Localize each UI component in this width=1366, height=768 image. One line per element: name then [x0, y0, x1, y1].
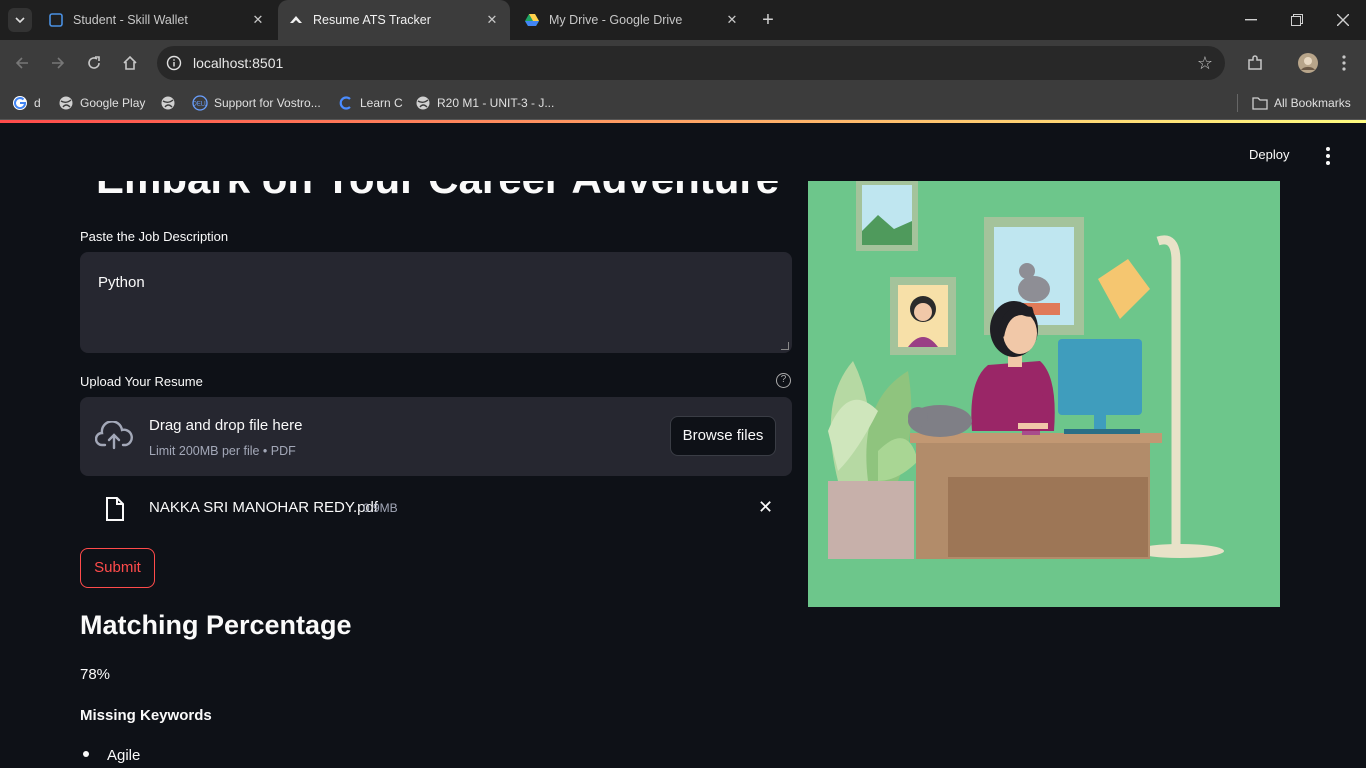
file-icon [106, 497, 124, 521]
career-illustration [808, 181, 1280, 607]
close-tab-icon[interactable]: ✕ [724, 12, 740, 28]
restore-button[interactable] [1274, 0, 1320, 40]
bookmark-google[interactable]: d [12, 94, 41, 112]
bookmark-label: d [34, 96, 41, 110]
svg-text:DELL: DELL [192, 102, 208, 108]
close-window-button[interactable] [1320, 0, 1366, 40]
folder-icon [1252, 95, 1268, 111]
google-drive-icon [524, 12, 540, 28]
minimize-button[interactable] [1228, 0, 1274, 40]
streamlit-app: Embark on Your Career Adventure Deploy P… [0, 123, 1366, 768]
bookmark-label: Google Play [80, 96, 146, 110]
browser-toolbar: localhost:8501 ☆ [0, 40, 1366, 86]
bookmark-google-play[interactable]: Google Play [58, 94, 145, 112]
bookmark-label: All Bookmarks [1274, 96, 1351, 110]
tab-resume-ats[interactable]: Resume ATS Tracker ✕ [278, 0, 510, 40]
close-tab-icon[interactable]: ✕ [484, 12, 500, 28]
tab-search-button[interactable] [8, 8, 32, 32]
forward-arrow-icon[interactable] [46, 51, 70, 75]
keyword-text: Agile [107, 747, 141, 764]
globe-icon [160, 95, 176, 111]
tab-title: My Drive - Google Drive [549, 13, 683, 27]
address-bar[interactable]: localhost:8501 ☆ [157, 46, 1225, 80]
globe-icon [58, 95, 74, 111]
missing-keywords-heading: Missing Keywords [80, 707, 212, 724]
streamlit-favicon-icon [288, 12, 304, 28]
tab-google-drive[interactable]: My Drive - Google Drive ✕ [514, 0, 750, 40]
help-icon[interactable]: ? [776, 373, 791, 388]
bookmarks-bar: d Google Play DELL Support for Vostro...… [0, 86, 1366, 120]
home-icon[interactable] [118, 51, 142, 75]
submit-button[interactable]: Submit [80, 548, 155, 588]
profile-avatar[interactable] [1296, 51, 1320, 75]
dell-icon: DELL [192, 95, 208, 111]
missing-keywords-list: Agile [80, 747, 140, 764]
file-dropzone[interactable]: Drag and drop file here Limit 200MB per … [80, 397, 792, 476]
google-icon [12, 95, 28, 111]
chevron-down-icon [15, 17, 25, 23]
main-menu-icon[interactable] [1320, 147, 1336, 165]
tab-title: Student - Skill Wallet [73, 13, 188, 27]
resize-handle-icon[interactable] [781, 342, 789, 350]
extensions-icon[interactable] [1243, 51, 1267, 75]
bookmark-label: R20 M1 - UNIT-3 - J... [437, 96, 555, 110]
bookmark-globe[interactable] [160, 94, 182, 112]
uploaded-file-size: 0.9MB [363, 501, 398, 515]
bookmark-label: Learn C [360, 96, 403, 110]
matching-percentage-heading: Matching Percentage [80, 610, 352, 640]
woman-at-desk-image [808, 181, 1280, 607]
close-tab-icon[interactable]: ✕ [250, 12, 266, 28]
deploy-button[interactable]: Deploy [1249, 147, 1289, 162]
remove-file-icon[interactable]: ✕ [758, 497, 773, 518]
dropzone-instructions: Drag and drop file here [149, 417, 303, 434]
skill-wallet-favicon-icon [48, 12, 64, 28]
divider [1237, 94, 1238, 112]
tab-skill-wallet[interactable]: Student - Skill Wallet ✕ [40, 0, 276, 40]
all-bookmarks-button[interactable]: All Bookmarks [1252, 94, 1351, 112]
job-description-value: Python [98, 274, 145, 291]
new-tab-button[interactable]: + [754, 0, 782, 40]
bookmark-label: Support for Vostro... [214, 96, 321, 110]
bookmark-dell-support[interactable]: DELL Support for Vostro... [192, 94, 321, 112]
dropzone-limits: Limit 200MB per file • PDF [149, 444, 296, 458]
tab-title: Resume ATS Tracker [313, 13, 431, 27]
list-item: Agile [80, 747, 140, 764]
uploaded-file-name: NAKKA SRI MANOHAR REDY.pdf [149, 499, 378, 516]
reload-icon[interactable] [82, 51, 106, 75]
cloud-upload-icon [95, 421, 133, 450]
c-icon [338, 95, 354, 111]
site-info-icon[interactable] [165, 54, 183, 72]
browse-files-button[interactable]: Browse files [670, 416, 776, 456]
upload-resume-label: Upload Your Resume [80, 374, 203, 389]
bookmark-learn-c[interactable]: Learn C [338, 94, 403, 112]
browser-menu-icon[interactable] [1332, 51, 1356, 75]
globe-icon [415, 95, 431, 111]
job-description-label: Paste the Job Description [80, 229, 229, 244]
bookmark-star-icon[interactable]: ☆ [1197, 53, 1213, 74]
job-description-textarea[interactable]: Python [80, 252, 792, 353]
url-text: localhost:8501 [193, 55, 284, 71]
uploaded-file-row: NAKKA SRI MANOHAR REDY.pdf 0.9MB ✕ [80, 488, 792, 528]
tab-bar: Student - Skill Wallet ✕ Resume ATS Trac… [0, 0, 1366, 40]
bookmark-r20[interactable]: R20 M1 - UNIT-3 - J... [415, 94, 554, 112]
header-overlay [0, 123, 800, 181]
matching-percentage-value: 78% [80, 666, 111, 683]
back-arrow-icon[interactable] [10, 51, 34, 75]
